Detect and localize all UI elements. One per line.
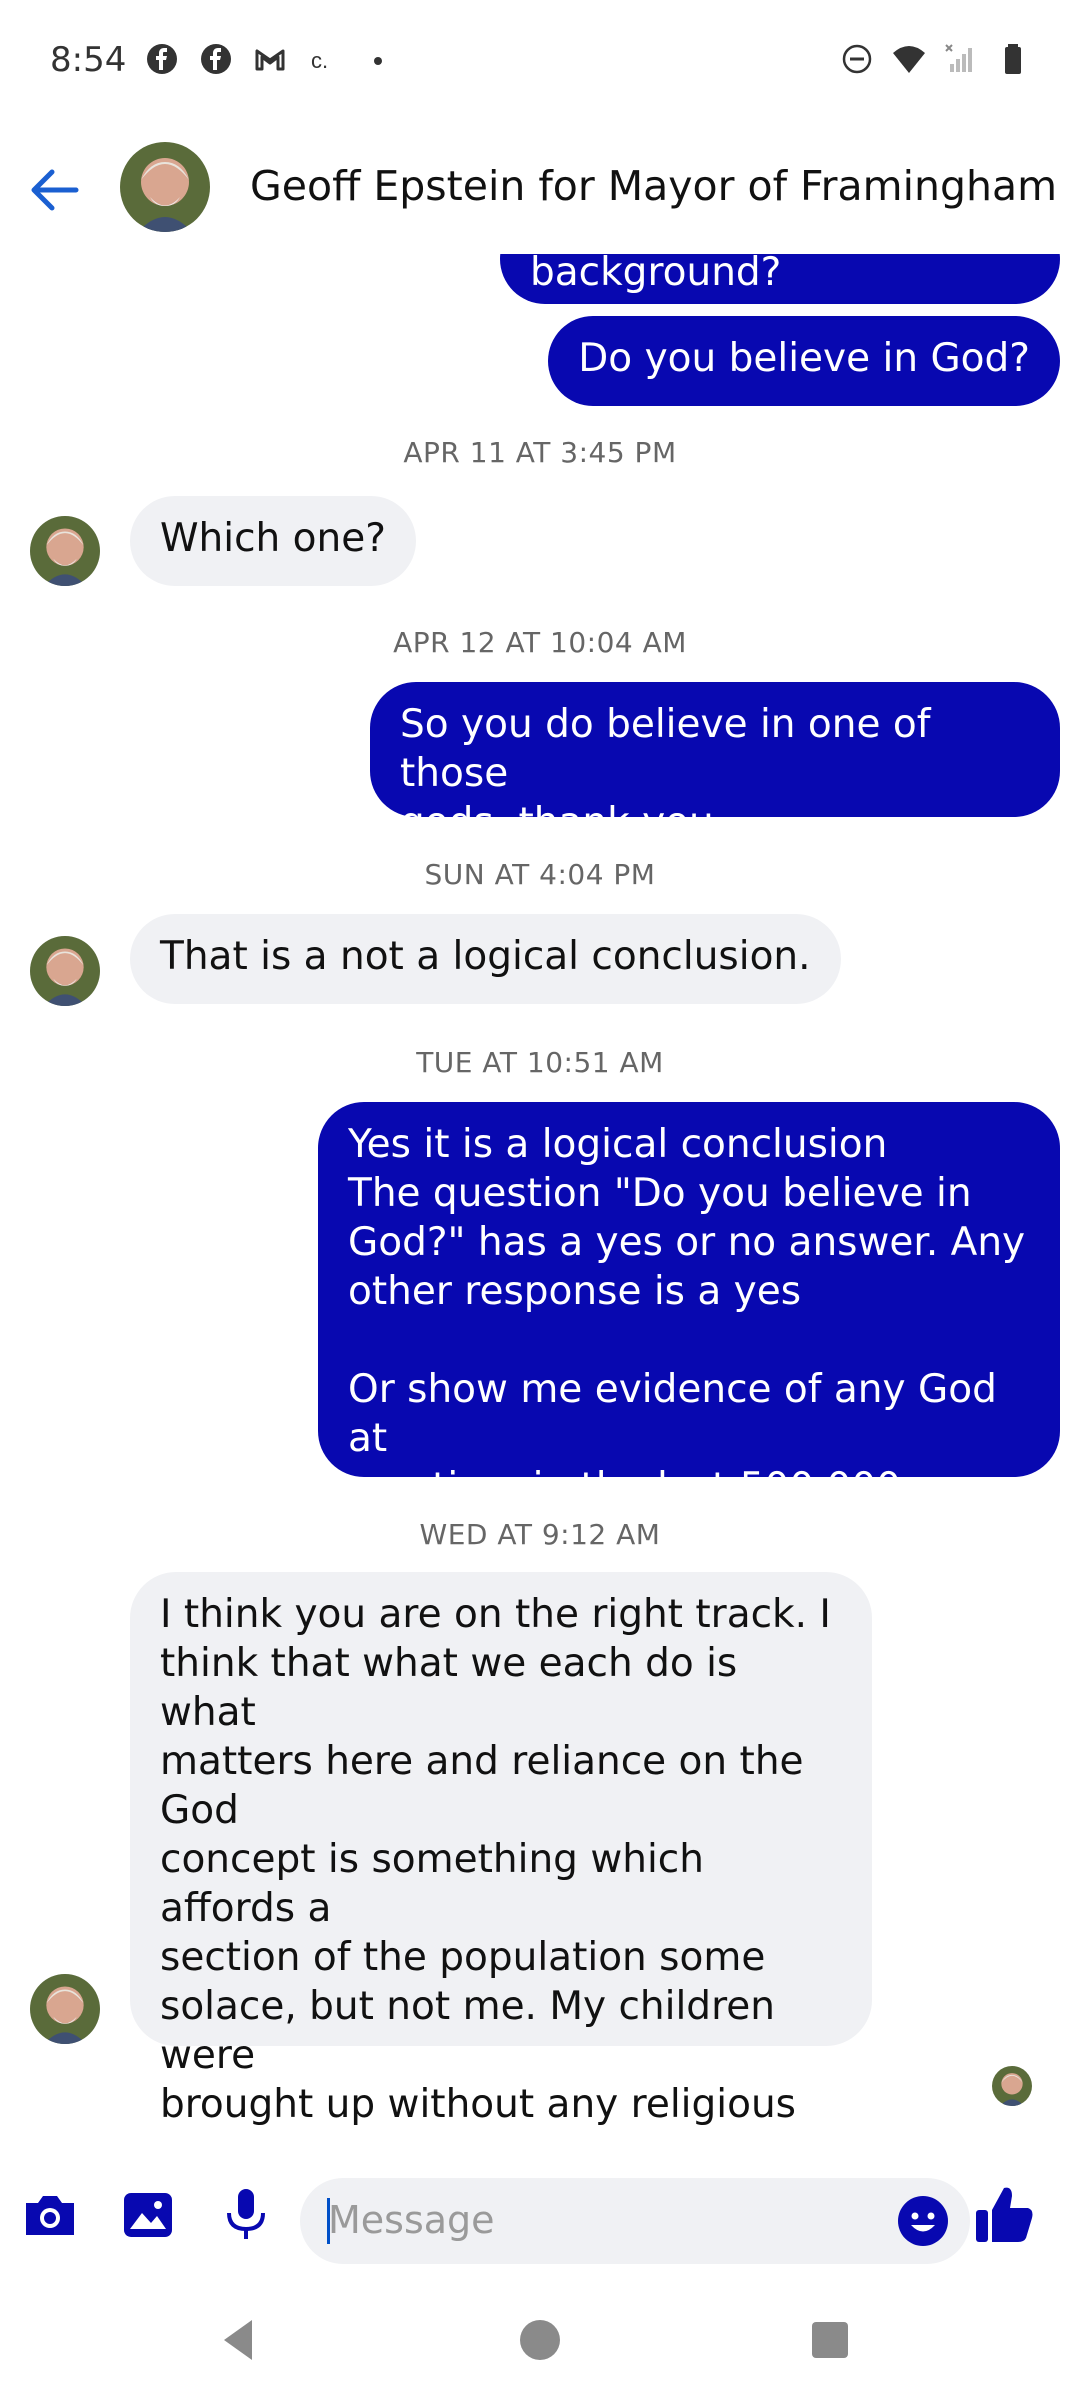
message-timestamp: WED AT 9:12 AM [419,1518,661,1551]
incoming-message[interactable]: I think you are on the right track. I th… [130,1572,872,2134]
message-composer: Message [0,2160,1080,2270]
recents-nav-icon[interactable] [800,2310,860,2370]
message-input[interactable]: Message [300,2178,970,2264]
svg-text:c.: c. [311,48,328,73]
back-arrow-icon[interactable] [24,160,84,220]
do-not-disturb-icon [842,44,872,74]
message-thread[interactable]: background? Do you believe in God? APR 1… [0,254,1080,2134]
battery-icon [1005,44,1021,74]
message-timestamp: TUE AT 10:51 AM [416,1046,664,1079]
wifi-icon [893,46,925,73]
thumbs-up-icon[interactable] [970,2180,1040,2250]
outgoing-message[interactable]: Yes it is a logical conclusion The quest… [318,1102,1060,1510]
message-timestamp: APR 11 AT 3:45 PM [403,436,677,469]
seen-receipt-avatar [992,2066,1032,2106]
message-timestamp: SUN AT 4:04 PM [424,858,656,891]
facebook-icon [201,44,231,74]
signal-icon [945,44,972,72]
message-timestamp: APR 12 AT 10:04 AM [393,626,687,659]
conversation-header: Geoff Epstein for Mayor of Framingham [0,126,1080,254]
status-bar: 8:54 c. [0,0,1080,126]
status-time: 8:54 [50,40,127,80]
back-nav-icon[interactable] [210,2310,270,2370]
sender-avatar [30,936,100,1006]
camera-icon[interactable] [20,2185,80,2245]
outgoing-message[interactable]: background? [500,254,1060,304]
sender-avatar [30,516,100,586]
carrier-icon: c. [311,48,328,73]
incoming-message[interactable]: Which one? [130,496,416,586]
conversation-title: Geoff Epstein for Mayor of Framingham [250,162,1058,210]
outgoing-message[interactable]: Do you believe in God? [548,316,1060,406]
microphone-icon[interactable] [216,2185,276,2245]
home-nav-icon[interactable] [510,2310,570,2370]
message-input-placeholder: Message [328,2198,495,2242]
outgoing-message[interactable]: So you do believe in one of those gods. … [370,682,1060,845]
sender-avatar [30,1974,100,2044]
system-navigation-bar [0,2280,1080,2400]
contact-avatar[interactable] [120,142,210,232]
emoji-icon[interactable] [894,2192,952,2250]
gmail-icon [255,49,285,71]
dot-icon [374,57,382,65]
incoming-message[interactable]: That is a not a logical conclusion. [130,914,841,1004]
gallery-icon[interactable] [118,2185,178,2245]
facebook-icon [147,44,177,74]
